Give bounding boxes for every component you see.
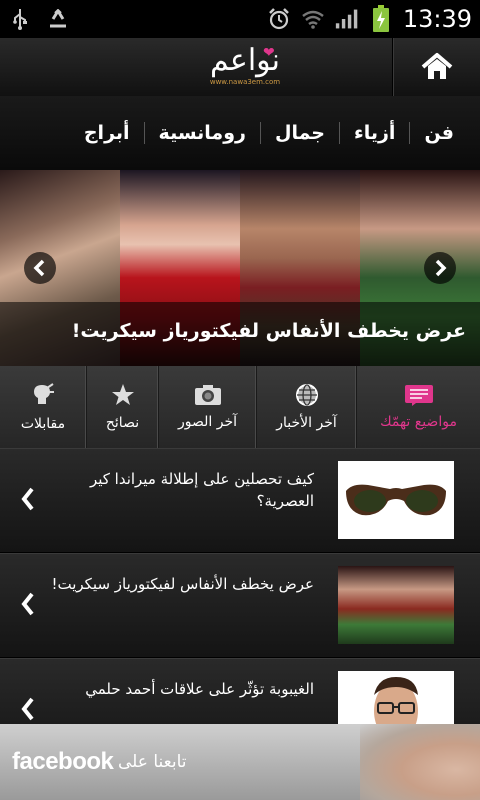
nav-separator [259,122,261,144]
home-icon [421,53,452,79]
slider-prev-button[interactable] [24,252,56,284]
list-item[interactable]: كيف تحصلين على إطلالة ميراندا كير العصري… [0,448,480,553]
battery-charging-icon [369,5,393,32]
nav-separator [409,122,411,144]
logo-text: نواعم [209,43,281,78]
camera-icon [194,385,221,405]
tab-label: مواضيع تهمّك [380,414,457,430]
facebook-banner[interactable]: facebook تابعنا على [0,724,480,800]
section-tabs: مواضيع تهمّك آخر الأخبار آخر الصور نصائح… [0,366,480,448]
app-header: نواعم ❤ www.nawa3em.com [0,38,480,97]
category-beauty[interactable]: جمال [261,122,339,144]
category-horoscope[interactable]: أبراج [70,122,144,144]
interview-icon [34,383,54,404]
article-title: عرض يخطف الأنفاس لفيكتورياز سيكريت! [51,575,314,593]
usb-icon [8,7,32,31]
home-button[interactable] [393,38,480,96]
category-art[interactable]: فن [410,122,468,144]
slider-next-button[interactable] [424,252,456,284]
chevron-left-icon [21,697,34,721]
globe-icon [295,384,318,406]
category-fashion[interactable]: أزياء [340,122,409,144]
app-logo[interactable]: نواعم ❤ www.nawa3em.com [190,44,300,90]
tab-latest-photos[interactable]: آخر الصور [158,366,256,448]
tab-label: مقابلات [20,416,66,432]
alarm-icon [267,7,291,31]
wifi-icon [301,7,325,31]
article-list: كيف تحصلين على إطلالة ميراندا كير العصري… [0,448,480,763]
status-bar: 13:39 [0,0,480,38]
star-icon [111,384,134,405]
status-clock: 13:39 [402,5,472,33]
nav-separator [339,122,341,144]
recycle-icon [46,7,70,31]
nav-separator [143,122,145,144]
slider-caption[interactable]: عرض يخطف الأنفاس لفيكتورياز سيكريت! [72,320,466,342]
tab-label: آخر الصور [178,414,238,430]
chevron-left-icon [21,592,34,616]
tab-latest-news[interactable]: آخر الأخبار [256,366,356,448]
logo-site: www.nawa3em.com [209,78,281,86]
list-item[interactable]: عرض يخطف الأنفاس لفيكتورياز سيكريت! [0,553,480,658]
article-thumbnail [338,461,454,539]
topics-icon [404,385,433,406]
tab-tips[interactable]: نصائح [86,366,158,448]
tab-interviews[interactable]: مقابلات [0,366,86,448]
article-title: الغيبوبة تؤثّر على علاقات أحمد حلمي [85,680,314,698]
facebook-wordmark: facebook [12,748,114,775]
featured-slider[interactable]: عرض يخطف الأنفاس لفيكتورياز سيكريت! [0,170,480,366]
category-romance[interactable]: رومانسية [145,122,260,144]
article-thumbnail [338,566,454,644]
article-title: كيف تحصلين على إطلالة ميراندا كير العصري… [89,470,314,510]
tab-topics[interactable]: مواضيع تهمّك [356,366,480,448]
category-nav: فن أزياء جمال رومانسية أبراج [0,96,480,170]
tab-label: نصائح [105,415,140,431]
chevron-left-icon [21,487,34,511]
follow-us-text: تابعنا على [118,752,187,772]
slider-caption-bar: عرض يخطف الأنفاس لفيكتورياز سيكريت! [0,302,480,366]
banner-photo [360,724,480,800]
heart-icon: ❤ [263,45,275,61]
tab-label: آخر الأخبار [276,415,337,431]
chevron-left-icon [33,259,45,277]
chevron-right-icon [435,259,447,277]
signal-icon [335,7,359,31]
